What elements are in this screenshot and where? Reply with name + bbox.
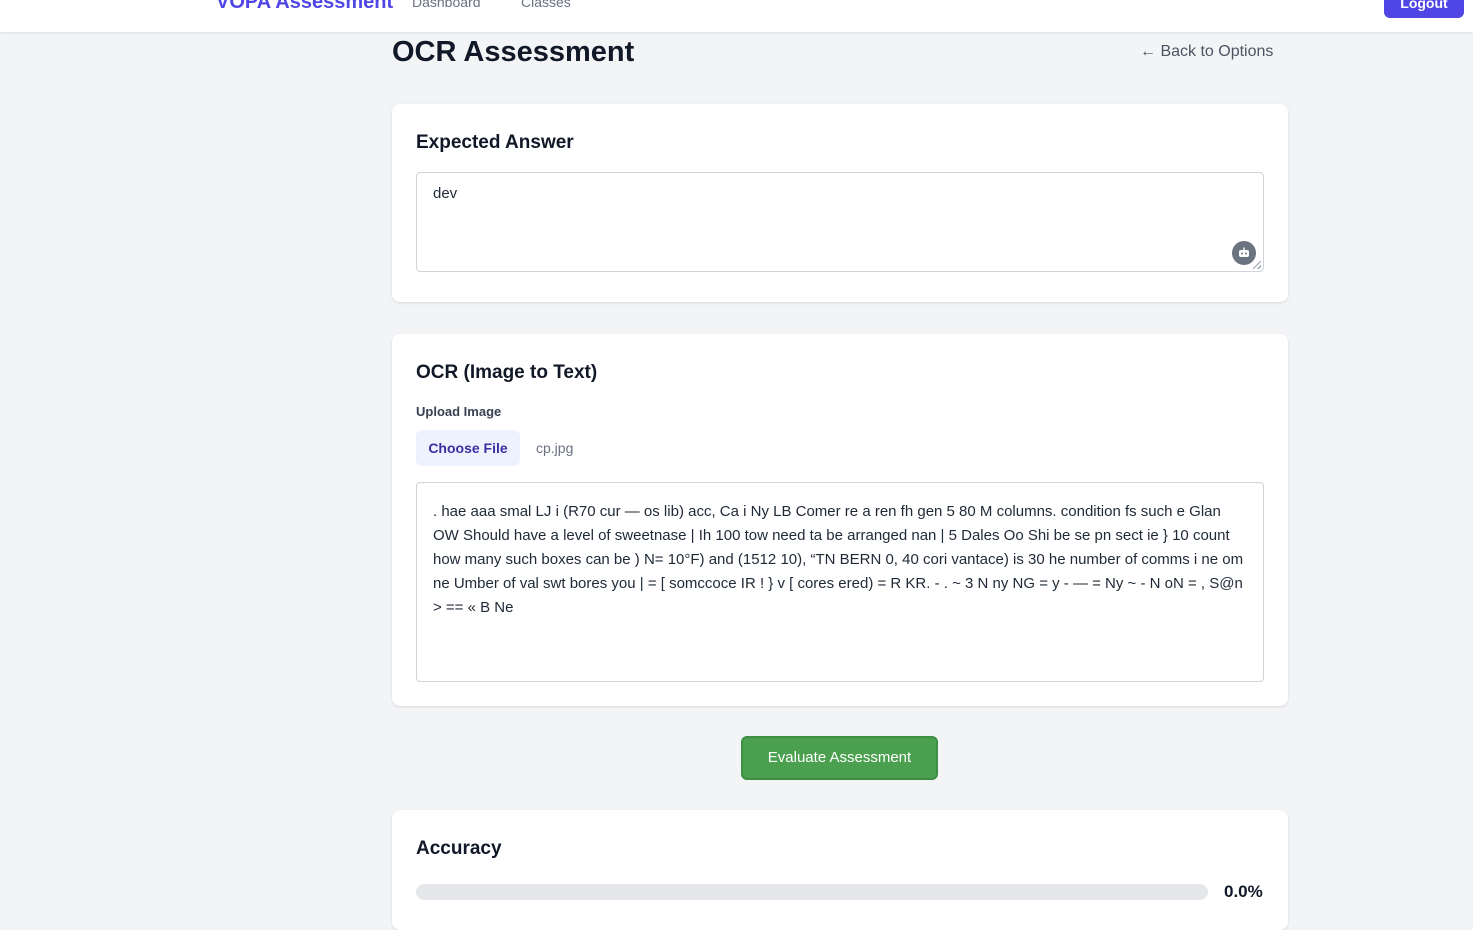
nav-dashboard-link[interactable]: Dashboard	[412, 0, 481, 10]
expected-answer-textarea[interactable]: dev	[416, 172, 1264, 272]
expected-answer-title: Expected Answer	[416, 132, 574, 153]
expected-answer-value: dev	[433, 185, 458, 202]
logout-button[interactable]: Logout	[1384, 0, 1464, 18]
ocr-title: OCR (Image to Text)	[416, 362, 598, 383]
accuracy-card: Accuracy 0.0%	[392, 810, 1288, 930]
selected-file-name: cp.jpg	[536, 440, 574, 456]
expected-answer-card: Expected Answer dev	[392, 104, 1288, 302]
robot-icon[interactable]	[1232, 241, 1256, 265]
resize-handle-icon[interactable]	[1253, 261, 1261, 269]
accuracy-value: 0.0%	[1224, 882, 1263, 901]
evaluate-assessment-button[interactable]: Evaluate Assessment	[741, 736, 938, 780]
accuracy-title: Accuracy	[416, 838, 502, 859]
nav-classes-link[interactable]: Classes	[521, 0, 571, 10]
accuracy-progress-bar	[416, 884, 1208, 900]
back-to-options-link[interactable]: ← Back to Options	[1140, 43, 1273, 61]
page-title: OCR Assessment	[392, 36, 635, 68]
ocr-card: OCR (Image to Text) Upload Image Choose …	[392, 334, 1288, 706]
top-navbar: VOPA Assessment Dashboard Classes Logout	[0, 0, 1473, 33]
choose-file-button[interactable]: Choose File	[416, 430, 520, 466]
brand-logo[interactable]: VOPA Assessment	[216, 0, 393, 14]
upload-image-label: Upload Image	[416, 404, 502, 419]
ocr-text-output[interactable]: . hae aaa smal LJ i (R70 cur — os lib) a…	[416, 482, 1264, 682]
logout-label: Logout	[1400, 0, 1448, 11]
